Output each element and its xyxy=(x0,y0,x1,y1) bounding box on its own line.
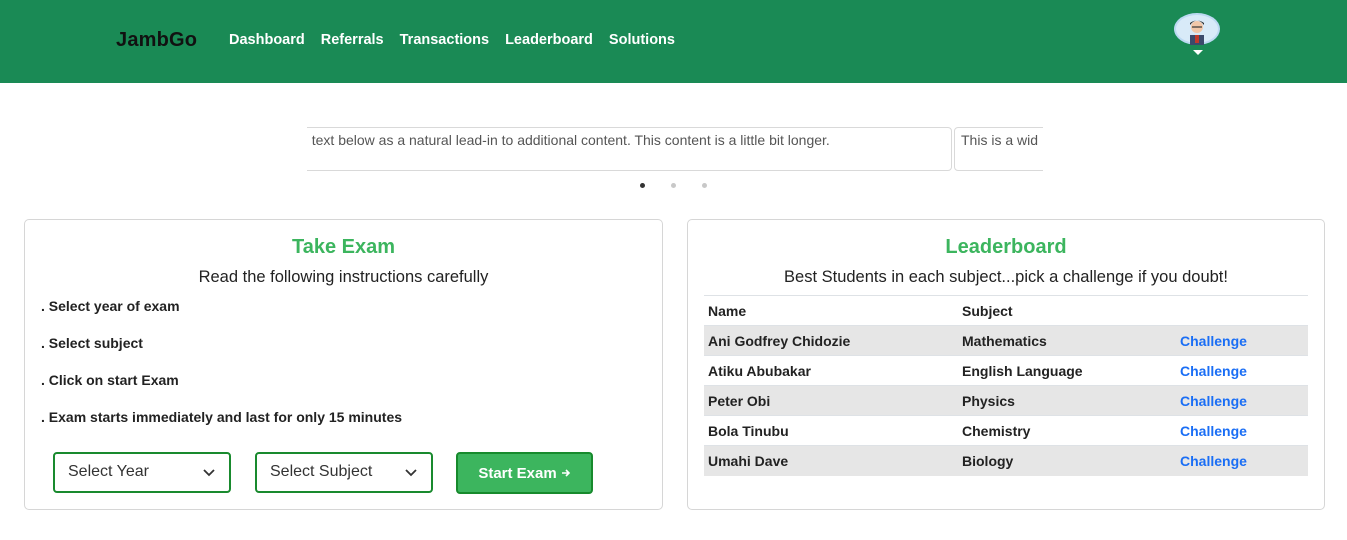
top-navbar: JambGo Dashboard Referrals Transactions … xyxy=(0,0,1347,83)
arrow-right-icon xyxy=(561,469,570,477)
nav-link-dashboard[interactable]: Dashboard xyxy=(229,32,305,48)
avatar xyxy=(1174,13,1220,45)
nav-link-leaderboard[interactable]: Leaderboard xyxy=(505,32,593,48)
column-header-action xyxy=(1176,295,1308,326)
table-row: Ani Godfrey Chidozie Mathematics Challen… xyxy=(704,325,1308,356)
instruction-item: . Click on start Exam xyxy=(41,372,179,388)
leaderboard-subtitle: Best Students in each subject...pick a c… xyxy=(784,268,1228,286)
take-exam-subtitle: Read the following instructions carefull… xyxy=(198,268,489,286)
student-subject: Mathematics xyxy=(958,325,1176,356)
take-exam-card: Take Exam Read the following instruction… xyxy=(24,219,663,510)
instruction-item: . Exam starts immediately and last for o… xyxy=(41,409,403,425)
carousel-dot-2[interactable] xyxy=(671,183,676,188)
carousel-indicators xyxy=(640,183,707,188)
challenge-link[interactable]: Challenge xyxy=(1180,333,1247,349)
carousel-slide: This is a wider card with supporting tex… xyxy=(307,127,952,171)
start-exam-label: Start Exam xyxy=(478,464,557,482)
subject-select-value: Select Subject xyxy=(270,463,373,480)
challenge-link[interactable]: Challenge xyxy=(1180,363,1247,379)
subject-select[interactable]: Select Subject xyxy=(255,452,433,493)
leaderboard-title: Leaderboard xyxy=(945,236,1067,258)
student-name: Peter Obi xyxy=(704,385,958,416)
chevron-down-icon xyxy=(203,469,215,477)
start-exam-button[interactable]: Start Exam xyxy=(456,452,593,494)
nav-link-solutions[interactable]: Solutions xyxy=(609,32,675,48)
leaderboard-table: Name Subject Ani Godfrey Chidozie Mathem… xyxy=(704,295,1308,476)
table-row: Bola Tinubu Chemistry Challenge xyxy=(704,415,1308,446)
column-header-name: Name xyxy=(704,295,958,326)
student-name: Ani Godfrey Chidozie xyxy=(704,325,958,356)
user-menu[interactable] xyxy=(1174,13,1220,57)
student-subject: Biology xyxy=(958,445,1176,476)
table-row: Peter Obi Physics Challenge xyxy=(704,385,1308,416)
carousel-dot-3[interactable] xyxy=(702,183,707,188)
carousel: This is a wider card with supporting tex… xyxy=(307,127,1043,172)
chevron-down-icon xyxy=(1193,50,1203,55)
student-subject: English Language xyxy=(958,355,1176,386)
nav-links: Dashboard Referrals Transactions Leaderb… xyxy=(229,32,675,48)
instruction-item: . Select year of exam xyxy=(41,298,180,314)
carousel-next-slide: This is a wid xyxy=(954,127,1043,171)
nav-link-referrals[interactable]: Referrals xyxy=(321,32,384,48)
challenge-link[interactable]: Challenge xyxy=(1180,453,1247,469)
chevron-down-icon xyxy=(405,469,417,477)
challenge-link[interactable]: Challenge xyxy=(1180,393,1247,409)
student-name: Bola Tinubu xyxy=(704,415,958,446)
carousel-dot-1[interactable] xyxy=(640,183,645,188)
take-exam-title: Take Exam xyxy=(291,236,396,258)
column-header-subject: Subject xyxy=(958,295,1176,326)
student-name: Umahi Dave xyxy=(704,445,958,476)
student-subject: Chemistry xyxy=(958,415,1176,446)
student-name: Atiku Abubakar xyxy=(704,355,958,386)
student-subject: Physics xyxy=(958,385,1176,416)
leaderboard-card: Leaderboard Best Students in each subjec… xyxy=(687,219,1325,510)
table-row: Umahi Dave Biology Challenge xyxy=(704,445,1308,476)
challenge-link[interactable]: Challenge xyxy=(1180,423,1247,439)
year-select-value: Select Year xyxy=(68,463,149,480)
table-header-row: Name Subject xyxy=(704,295,1308,326)
table-row: Atiku Abubakar English Language Challeng… xyxy=(704,355,1308,386)
brand-logo[interactable]: JambGo xyxy=(116,29,197,52)
nav-link-transactions[interactable]: Transactions xyxy=(400,32,489,48)
instruction-item: . Select subject xyxy=(41,335,143,351)
year-select[interactable]: Select Year xyxy=(53,452,231,493)
